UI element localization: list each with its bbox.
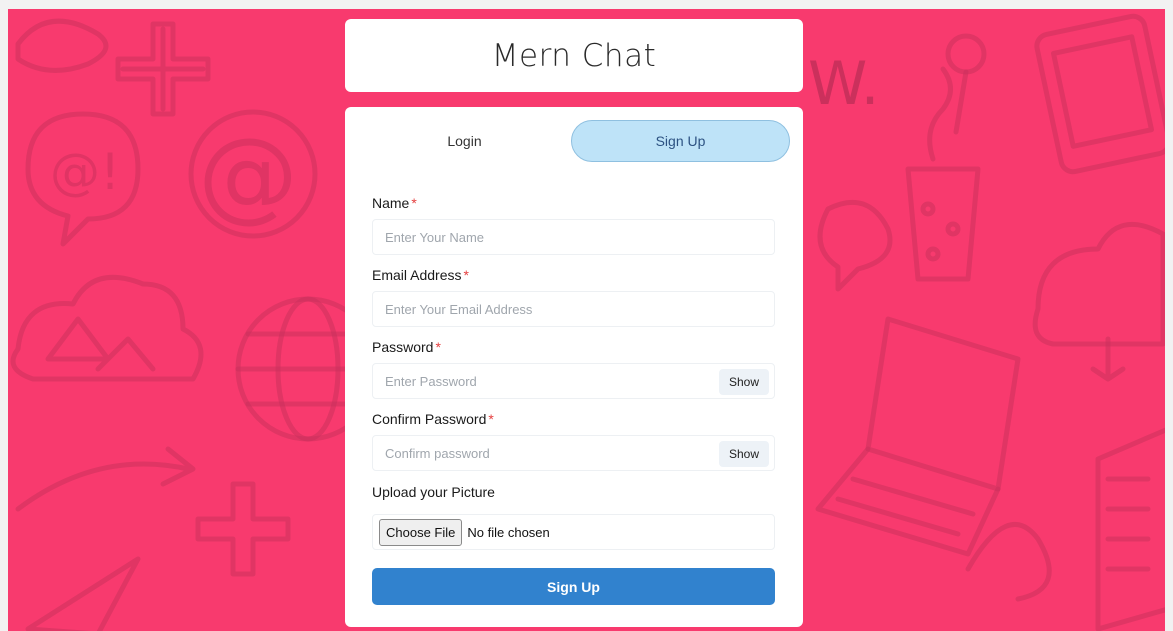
paper-plane-icon bbox=[25, 556, 141, 631]
chat-bubble-icon: @! bbox=[25, 111, 141, 247]
email-placeholder: Enter Your Email Address bbox=[385, 301, 533, 317]
email-input[interactable]: Enter Your Email Address bbox=[372, 291, 775, 327]
laptop-icon bbox=[815, 316, 1021, 557]
confirm-password-label-text: Confirm Password bbox=[372, 411, 487, 427]
notebook-icon bbox=[1095, 427, 1165, 631]
page-background: @! @ W. Mern Chat Login Sign Up Name * E… bbox=[8, 9, 1165, 631]
auth-card: Login Sign Up Name * Enter Your Name Emai… bbox=[345, 107, 803, 627]
password-input[interactable]: Enter Password Show bbox=[372, 363, 775, 399]
required-mark: * bbox=[463, 267, 469, 283]
confirm-password-label: Confirm Password * bbox=[372, 411, 494, 427]
tab-signup[interactable]: Sign Up bbox=[571, 120, 790, 162]
file-status-text: No file chosen bbox=[467, 524, 550, 540]
required-mark: * bbox=[411, 195, 417, 211]
password-placeholder: Enter Password bbox=[385, 373, 477, 389]
svg-text:@: @ bbox=[198, 116, 298, 233]
plus-icon bbox=[195, 481, 291, 577]
picture-label: Upload your Picture bbox=[372, 484, 495, 500]
chat-bubble-icon bbox=[817, 199, 893, 292]
cloud-icon bbox=[10, 274, 204, 382]
name-label: Name * bbox=[372, 195, 417, 211]
chat-bubble-icon bbox=[15, 18, 109, 73]
tab-login[interactable]: Login bbox=[355, 120, 574, 162]
app-header: Mern Chat bbox=[345, 19, 803, 92]
app-title: Mern Chat bbox=[491, 37, 657, 74]
sign-up-submit-button[interactable]: Sign Up bbox=[372, 568, 775, 605]
choose-file-button[interactable]: Choose File bbox=[379, 518, 463, 546]
coffee-cup-icon bbox=[905, 66, 981, 282]
arrow-icon bbox=[965, 521, 1052, 602]
required-mark: * bbox=[488, 411, 494, 427]
balloon-icon bbox=[945, 33, 987, 135]
at-sign-icon: @ bbox=[188, 109, 318, 239]
email-label-text: Email Address bbox=[372, 267, 462, 283]
letter-doodle: W. bbox=[808, 49, 880, 119]
show-confirm-password-button[interactable]: Show bbox=[719, 441, 769, 467]
picture-file-input[interactable]: Choose File No file chosen bbox=[372, 514, 775, 550]
required-mark: * bbox=[435, 339, 441, 355]
cloud-icon bbox=[1032, 221, 1165, 382]
tablet-icon bbox=[1034, 13, 1165, 175]
plus-icon bbox=[115, 21, 211, 117]
confirm-password-input[interactable]: Confirm password Show bbox=[372, 435, 775, 471]
svg-text:@!: @! bbox=[50, 143, 120, 201]
email-label: Email Address * bbox=[372, 267, 469, 283]
password-label: Password * bbox=[372, 339, 441, 355]
show-password-button[interactable]: Show bbox=[719, 369, 769, 395]
name-input[interactable]: Enter Your Name bbox=[372, 219, 775, 255]
password-label-text: Password bbox=[372, 339, 434, 355]
name-placeholder: Enter Your Name bbox=[385, 229, 485, 245]
auth-tabs: Login Sign Up bbox=[355, 120, 793, 162]
name-label-text: Name bbox=[372, 195, 410, 211]
confirm-password-placeholder: Confirm password bbox=[385, 445, 490, 461]
arrow-icon bbox=[15, 446, 196, 512]
